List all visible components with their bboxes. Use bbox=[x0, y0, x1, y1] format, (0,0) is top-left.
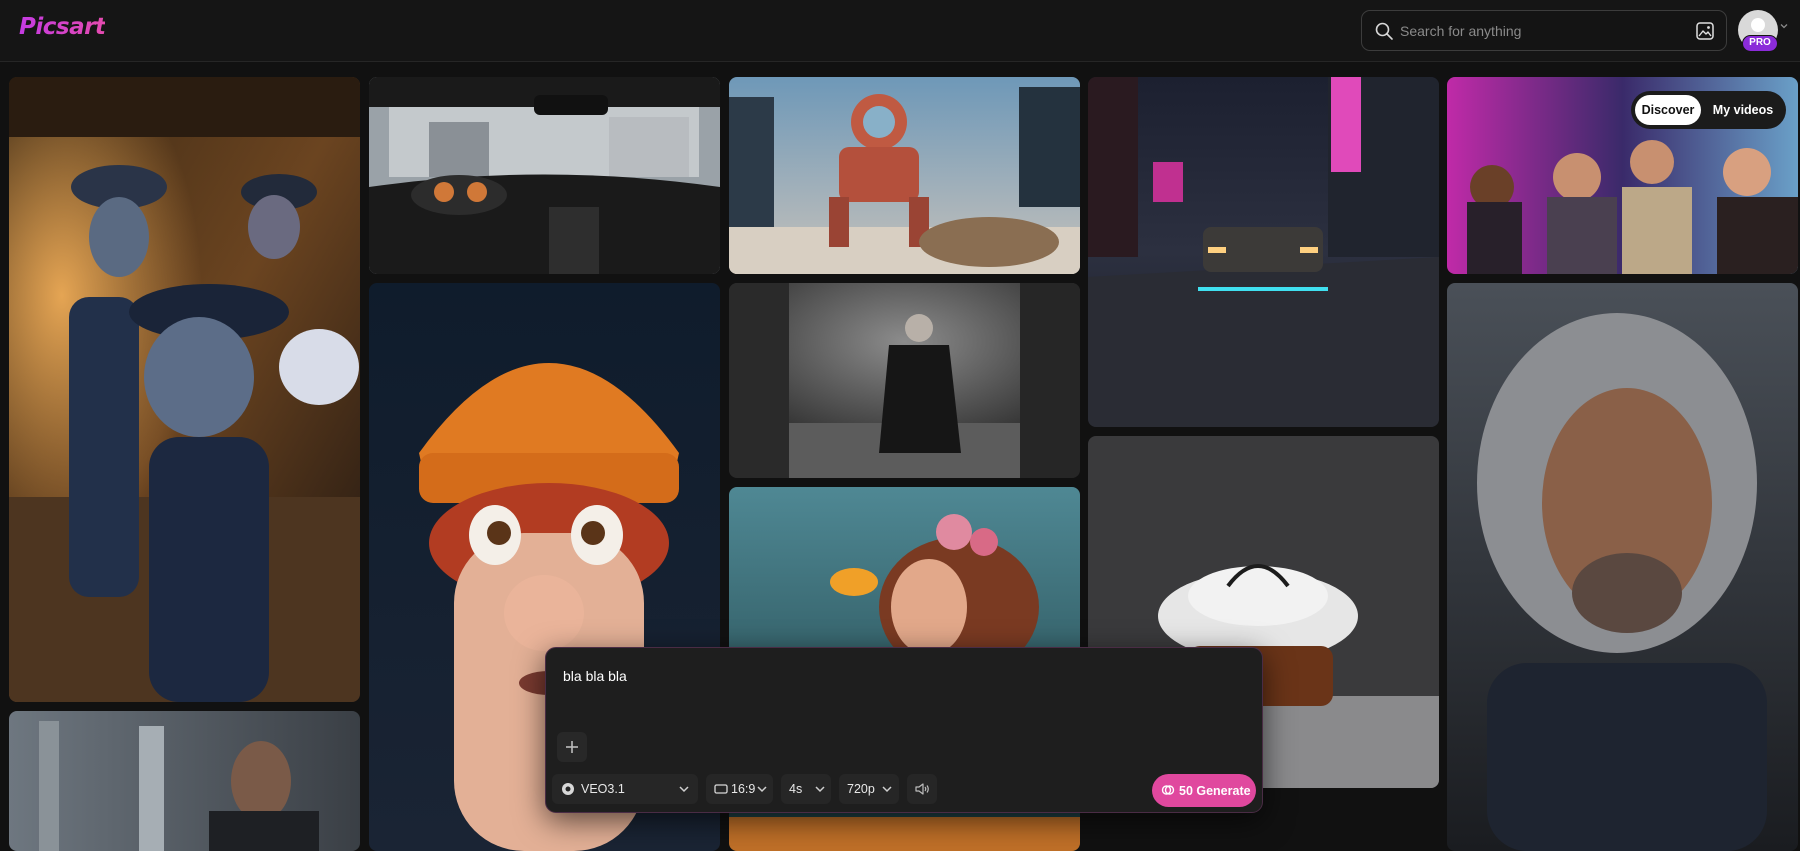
prompt-composer: bla bla bla VEO3.1 16:9 4s 720p 50 Gener… bbox=[545, 647, 1263, 813]
duration-label: 4s bbox=[789, 782, 803, 796]
logo-text: Picsart bbox=[19, 14, 106, 40]
suited-man-stairs-image bbox=[729, 283, 1080, 478]
tab-discover[interactable]: Discover bbox=[1635, 95, 1701, 125]
chevron-down-icon bbox=[1780, 24, 1788, 29]
aspect-ratio-select[interactable]: 16:9 bbox=[706, 774, 773, 804]
plus-icon bbox=[566, 741, 578, 753]
neon-car-image bbox=[1088, 77, 1439, 427]
speaker-icon bbox=[915, 783, 929, 795]
search-icon bbox=[1375, 22, 1393, 40]
generate-label: 50 Generate bbox=[1179, 784, 1251, 798]
picsart-logo[interactable]: Picsart bbox=[19, 14, 106, 40]
car-dashboard-image bbox=[369, 77, 720, 274]
credits-icon bbox=[1161, 785, 1175, 795]
image-search-icon[interactable] bbox=[1694, 20, 1716, 42]
tab-my-videos[interactable]: My videos bbox=[1703, 95, 1783, 125]
tile-neon-car[interactable] bbox=[1088, 77, 1439, 427]
search-bar[interactable]: Search for anything bbox=[1361, 10, 1727, 51]
search-input[interactable]: Search for anything bbox=[1400, 23, 1521, 39]
model-select[interactable]: VEO3.1 bbox=[552, 774, 698, 804]
resolution-select[interactable]: 720p bbox=[839, 774, 899, 804]
audio-toggle[interactable] bbox=[907, 774, 937, 804]
church-man-image bbox=[9, 711, 360, 851]
model-icon bbox=[562, 783, 574, 795]
chevron-down-icon bbox=[882, 786, 892, 793]
profile-menu[interactable]: PRO bbox=[1738, 10, 1788, 56]
prompt-input[interactable]: bla bla bla bbox=[563, 668, 627, 684]
tile-cartoon-family[interactable] bbox=[9, 77, 360, 702]
tile-car-dashboard[interactable] bbox=[369, 77, 720, 274]
generate-button[interactable]: 50 Generate bbox=[1152, 774, 1256, 807]
aspect-ratio-icon bbox=[714, 784, 728, 794]
add-media-button[interactable] bbox=[557, 732, 587, 762]
tile-church-man[interactable] bbox=[9, 711, 360, 851]
chevron-down-icon bbox=[679, 786, 689, 793]
robot-mech-image bbox=[729, 77, 1080, 274]
tile-long-hair-man[interactable] bbox=[1447, 283, 1798, 851]
model-label: VEO3.1 bbox=[581, 782, 625, 796]
chevron-down-icon bbox=[757, 786, 767, 793]
duration-select[interactable]: 4s bbox=[781, 774, 831, 804]
aspect-ratio-label: 16:9 bbox=[731, 782, 756, 796]
view-toggle: Discover My videos bbox=[1631, 91, 1786, 129]
top-bar: Picsart Search for anything PRO bbox=[0, 0, 1800, 62]
pro-badge: PRO bbox=[1742, 35, 1778, 52]
long-hair-man-image bbox=[1447, 283, 1798, 851]
cartoon-family-image bbox=[9, 77, 360, 702]
tile-robot-mech[interactable] bbox=[729, 77, 1080, 274]
resolution-label: 720p bbox=[847, 782, 875, 796]
tile-suited-man-stairs[interactable] bbox=[729, 283, 1080, 478]
chevron-down-icon bbox=[815, 786, 825, 793]
